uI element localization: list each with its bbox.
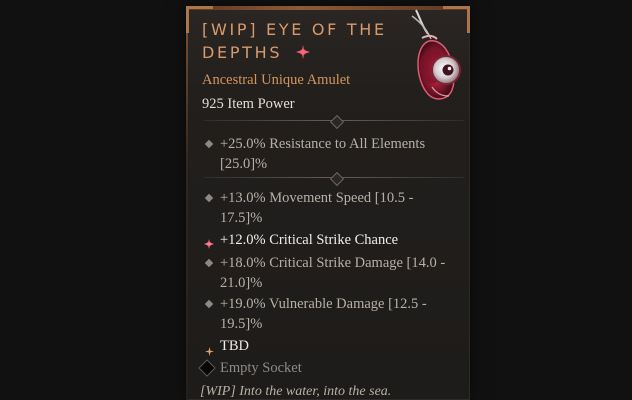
implicit-affix-text: +25.0% Resistance to All Elements [25.0]… <box>220 136 426 172</box>
divider-ornament-icon <box>329 114 345 130</box>
affix-text: +18.0% Critical Strike Damage [14.0 - 21… <box>220 255 446 291</box>
socket-text: Empty Socket <box>220 360 302 376</box>
affix-row: +13.0% Movement Speed [10.5 - 17.5]% <box>204 188 452 228</box>
item-title-text: [WIP] Eye of the Depths <box>202 20 387 62</box>
divider-ornament-icon <box>329 171 345 187</box>
socket-icon <box>198 359 216 377</box>
diamond-icon <box>204 253 220 273</box>
greater-affix-icon <box>204 230 220 250</box>
affix-text: +12.0% Critical Strike Chance <box>220 232 399 248</box>
socket-row: Empty Socket <box>198 358 302 378</box>
unique-power-row: TBD <box>204 336 452 356</box>
affix-row: +18.0% Critical Strike Damage [14.0 - 21… <box>204 253 452 293</box>
flavor-text: [WIP] Into the water, into the sea. <box>200 384 392 399</box>
top-divider <box>204 114 464 130</box>
diamond-icon <box>204 134 220 154</box>
tooltip-left-edge <box>186 6 188 400</box>
item-power: 925 Item Power <box>202 96 295 112</box>
item-rarity-type: Ancestral Unique Amulet <box>202 72 351 88</box>
affix-row: +19.0% Vulnerable Damage [12.5 - 19.5]% <box>204 294 452 334</box>
item-title: [WIP] Eye of the Depths <box>202 18 390 65</box>
affix-divider <box>204 171 464 187</box>
unique-power-icon <box>204 336 220 356</box>
diamond-icon <box>204 188 220 208</box>
implicit-affix-row: +25.0% Resistance to All Elements [25.0]… <box>204 134 452 174</box>
eye-amulet-icon <box>402 8 470 112</box>
unique-power-text: TBD <box>220 338 249 354</box>
item-tooltip: [WIP] Eye of the Depths <box>186 6 470 400</box>
diamond-icon <box>204 294 220 314</box>
affix-row: +12.0% Critical Strike Chance <box>204 230 452 250</box>
title-power-icon <box>296 42 311 65</box>
affix-text: +13.0% Movement Speed [10.5 - 17.5]% <box>220 190 414 226</box>
affix-text: +19.0% Vulnerable Damage [12.5 - 19.5]% <box>220 296 427 332</box>
